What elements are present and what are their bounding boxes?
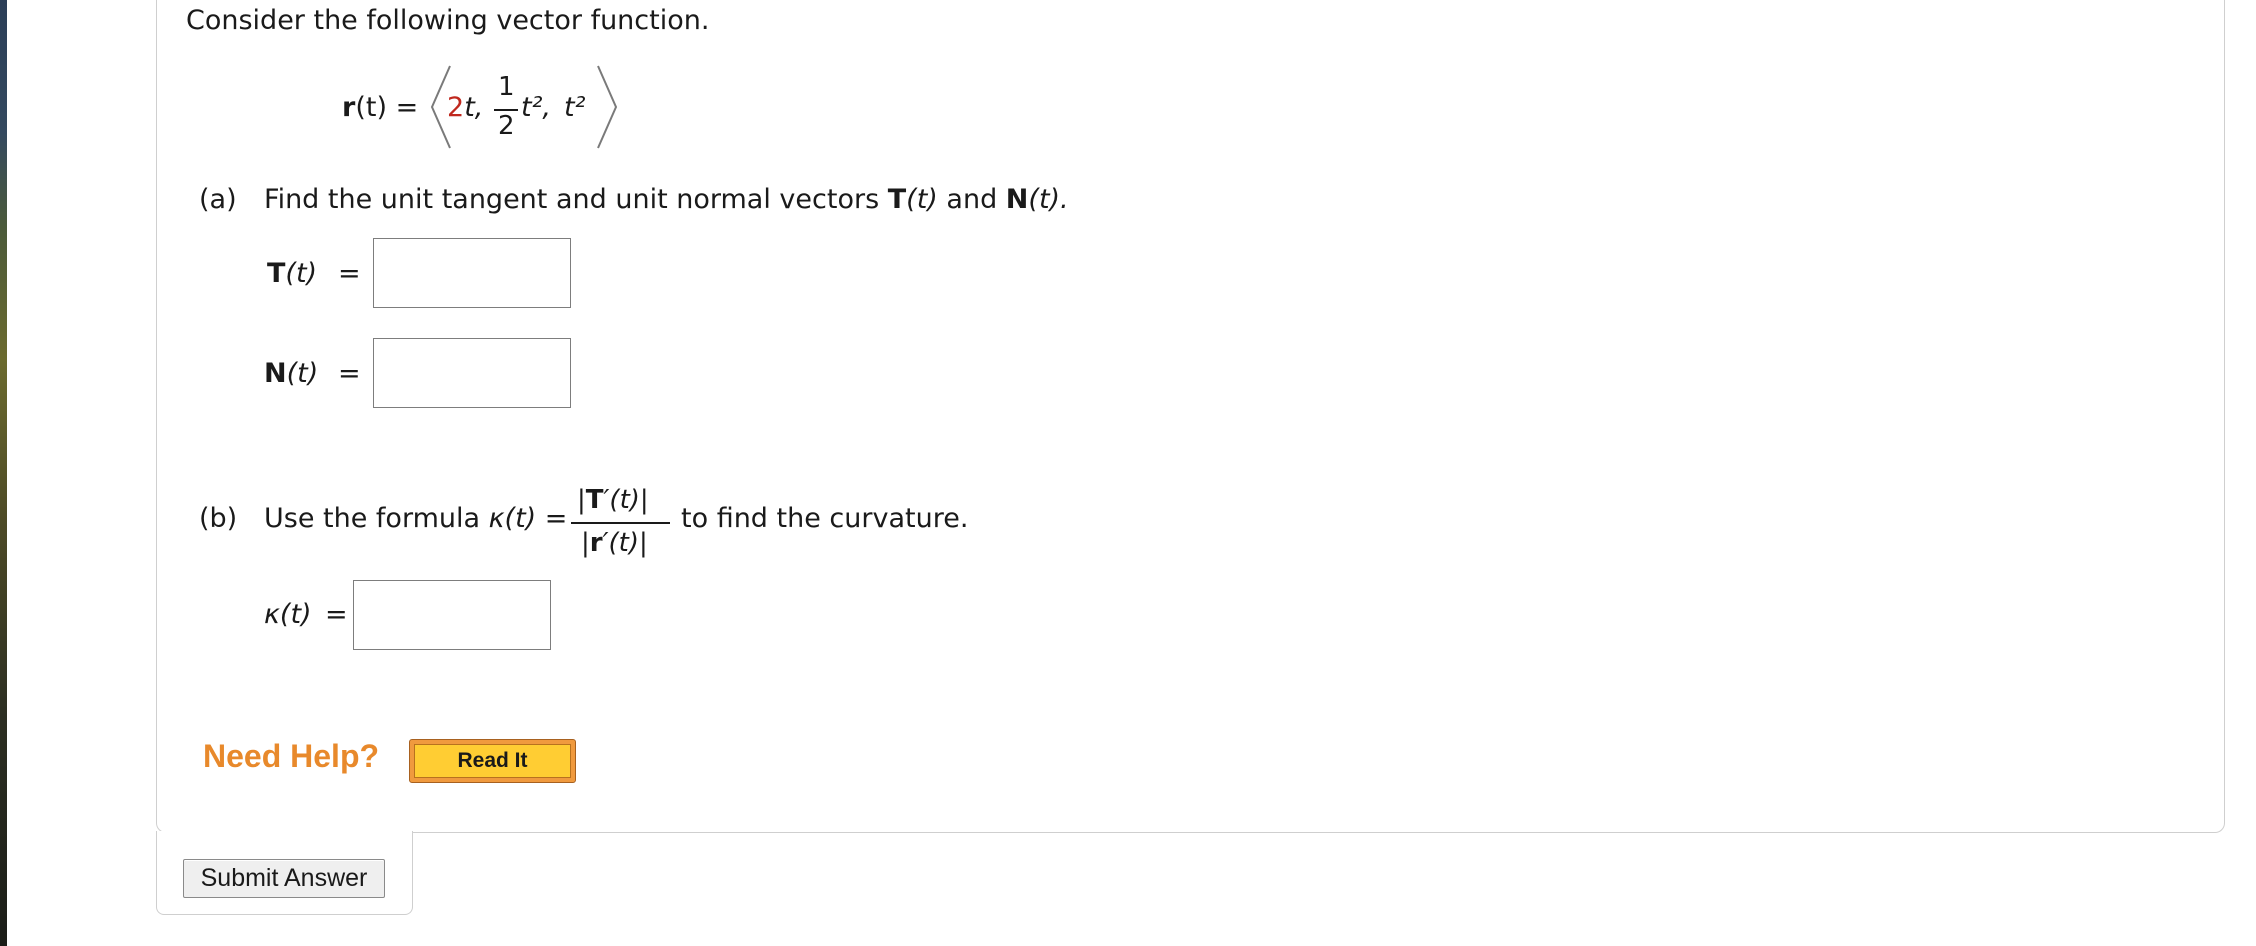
component-1-coefficient: 2 [447, 92, 465, 123]
T-row-symbol: T [267, 258, 286, 289]
N-symbol: N [1005, 184, 1029, 215]
read-it-label: Read It [414, 744, 571, 778]
T-answer-input[interactable] [373, 238, 571, 308]
N-row-label: N(t) [264, 357, 318, 391]
r-arg: (t) [355, 92, 387, 123]
numerator-T: T [585, 485, 604, 515]
T-row-label: T(t) [267, 257, 317, 291]
curvature-denominator: |r′(t)| [581, 528, 648, 558]
T-arg: (t) [906, 184, 938, 215]
part-b-tail: to find the curvature. [681, 503, 969, 534]
N-row-symbol: N [264, 358, 287, 389]
r-symbol: r [342, 92, 356, 123]
denominator-r: r [589, 528, 603, 558]
vector-function-lhs: r(t) = [342, 91, 418, 125]
T-symbol: T [887, 184, 907, 215]
component-2-tail: t², [521, 92, 551, 123]
denominator-rest: ′(t)| [602, 528, 648, 558]
need-help-label: Need Help? [203, 738, 380, 774]
kappa-answer-input[interactable] [353, 580, 551, 650]
fraction-numerator: 1 [498, 72, 515, 102]
submit-answer-button[interactable]: Submit Answer [183, 859, 385, 898]
fraction-denominator: 2 [498, 111, 515, 141]
denominator-bar-open: | [581, 528, 590, 558]
T-equals: = [338, 258, 361, 289]
curvature-fraction-bar [571, 522, 670, 524]
numerator-bar-open: | [577, 485, 586, 515]
T-row-arg: (t) [285, 258, 318, 289]
part-b-label: (b) [199, 503, 238, 534]
kappa-equals: = [325, 599, 348, 630]
right-angle-bracket [597, 65, 618, 149]
N-equals: = [338, 358, 361, 389]
N-answer-input[interactable] [373, 338, 571, 408]
component-3: t² [564, 92, 586, 123]
component-1-var: t, [464, 92, 484, 123]
kappa-row-label: κ(t) [264, 599, 312, 630]
part-b-equals: = [544, 503, 568, 534]
N-arg: (t). [1028, 184, 1069, 215]
part-b-text: Use the formula [264, 503, 481, 534]
N-row-arg: (t) [286, 358, 319, 389]
equals-sign: = [395, 92, 419, 123]
curvature-numerator: |T′(t)| [577, 485, 649, 515]
read-it-button[interactable]: Read It [409, 739, 576, 783]
desktop-background-strip [0, 0, 7, 946]
part-a-text: Find the unit tangent and unit normal ve… [264, 184, 880, 215]
part-a-label: (a) [199, 184, 237, 215]
component-1: 2t, [447, 91, 483, 125]
and-word: and [946, 184, 998, 215]
kappa-symbol: κ(t) [488, 503, 537, 534]
part-a-prompt: Find the unit tangent and unit normal ve… [264, 183, 1069, 217]
numerator-rest: ′(t)| [603, 485, 649, 515]
question-intro: Consider the following vector function. [186, 5, 710, 36]
part-b-prompt: Use the formula κ(t) = [264, 502, 567, 536]
